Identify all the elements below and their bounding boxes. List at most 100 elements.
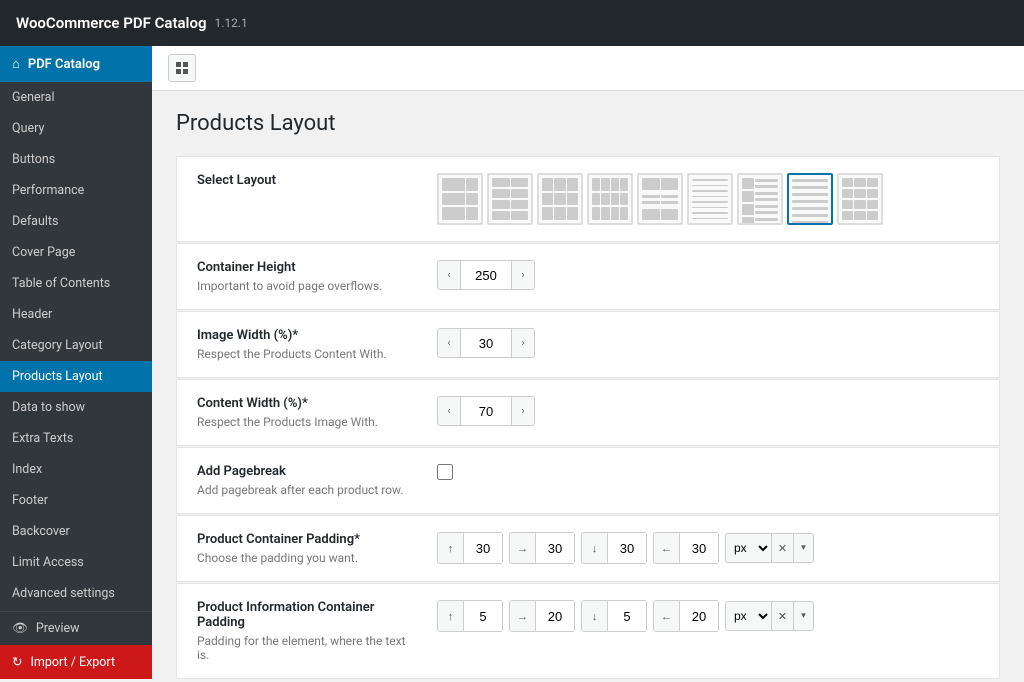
sidebar-item-general[interactable]: General	[0, 82, 152, 113]
container-height-label: Container Height	[197, 260, 417, 275]
layout-options	[437, 173, 883, 225]
sidebar-item-header[interactable]: Header	[0, 299, 152, 330]
info-padding-top-input[interactable]	[464, 601, 502, 631]
sidebar: ⌂ PDF Catalog General Query Buttons Perf…	[0, 46, 152, 679]
layout-thumb-2[interactable]	[487, 173, 533, 225]
padding-unit-dropdown[interactable]: ▾	[793, 533, 813, 563]
container-height-input[interactable]	[461, 260, 511, 290]
product-info-padding-desc: Padding for the element, where the text …	[197, 634, 417, 662]
select-layout-label-wrap: Select Layout	[197, 173, 417, 192]
product-container-padding-row: Product Container Padding* Choose the pa…	[176, 515, 1000, 582]
layout-thumb-4[interactable]	[587, 173, 633, 225]
image-width-increment[interactable]: ›	[511, 328, 535, 358]
padding-left-input[interactable]	[680, 533, 718, 563]
import-export-label: Import / Export	[30, 655, 115, 670]
product-container-padding-control: ↑ → ↓ ←	[437, 532, 979, 564]
product-container-padding-label: Product Container Padding*	[197, 532, 417, 547]
padding-bottom-wrap: ↓	[581, 532, 647, 564]
content-width-input[interactable]	[461, 396, 511, 426]
padding-top-wrap: ↑	[437, 532, 503, 564]
sidebar-item-data-to-show[interactable]: Data to show	[0, 392, 152, 423]
page-title: Products Layout	[176, 111, 1000, 136]
layout-thumb-3[interactable]	[537, 173, 583, 225]
sidebar-preview-btn[interactable]: 👁 Preview	[0, 612, 152, 645]
layout-thumb-8[interactable]	[787, 173, 833, 225]
sidebar-item-toc[interactable]: Table of Contents	[0, 268, 152, 299]
add-pagebreak-desc: Add pagebreak after each product row.	[197, 483, 417, 497]
info-padding-bottom-wrap: ↓	[581, 600, 647, 632]
layout-thumb-7[interactable]	[737, 173, 783, 225]
info-padding-bottom-input[interactable]	[608, 601, 646, 631]
sidebar-item-performance[interactable]: Performance	[0, 175, 152, 206]
grid-icon[interactable]	[168, 54, 196, 82]
select-layout-row: Select Layout	[176, 156, 1000, 242]
app-version: 1.12.1	[214, 16, 247, 30]
padding-top-input[interactable]	[464, 533, 502, 563]
add-pagebreak-row: Add Pagebreak Add pagebreak after each p…	[176, 447, 1000, 514]
content-width-increment[interactable]: ›	[511, 396, 535, 426]
sidebar-item-defaults[interactable]: Defaults	[0, 206, 152, 237]
image-width-decrement[interactable]: ‹	[437, 328, 461, 358]
add-pagebreak-label: Add Pagebreak	[197, 464, 417, 479]
content-width-label-wrap: Content Width (%)* Respect the Products …	[197, 396, 417, 429]
image-width-control: ‹ ›	[437, 328, 979, 358]
add-pagebreak-checkbox[interactable]	[437, 464, 453, 480]
padding-bottom-input[interactable]	[608, 533, 646, 563]
container-height-input-group: ‹ ›	[437, 260, 535, 290]
select-layout-label: Select Layout	[197, 173, 417, 188]
sidebar-item-footer[interactable]: Footer	[0, 485, 152, 516]
image-width-input[interactable]	[461, 328, 511, 358]
sidebar-item-query[interactable]: Query	[0, 113, 152, 144]
image-width-label-wrap: Image Width (%)* Respect the Products Co…	[197, 328, 417, 361]
sidebar-item-advanced-settings[interactable]: Advanced settings	[0, 578, 152, 609]
sidebar-item-extra-texts[interactable]: Extra Texts	[0, 423, 152, 454]
add-pagebreak-control	[437, 464, 979, 480]
padding-left-wrap: ←	[653, 532, 719, 564]
padding-right-input[interactable]	[536, 533, 574, 563]
info-padding-left-icon: ←	[654, 601, 680, 631]
content-width-decrement[interactable]: ‹	[437, 396, 461, 426]
product-container-padding-group: ↑ → ↓ ←	[437, 532, 814, 564]
sidebar-import-export-btn[interactable]: ↻ Import / Export	[0, 645, 152, 679]
info-padding-unit-dropdown[interactable]: ▾	[793, 601, 813, 631]
product-info-padding-control: ↑ → ↓ ←	[437, 600, 979, 632]
refresh-icon: ↻	[12, 654, 22, 670]
content-width-label: Content Width (%)*	[197, 396, 417, 411]
info-padding-right-wrap: →	[509, 600, 575, 632]
image-width-label: Image Width (%)*	[197, 328, 417, 343]
padding-right-wrap: →	[509, 532, 575, 564]
padding-right-icon: →	[510, 533, 536, 563]
sidebar-item-buttons[interactable]: Buttons	[0, 144, 152, 175]
info-padding-right-icon: →	[510, 601, 536, 631]
sidebar-item-index[interactable]: Index	[0, 454, 152, 485]
layout-thumb-1[interactable]	[437, 173, 483, 225]
preview-label: Preview	[36, 621, 80, 636]
layout-thumb-6[interactable]	[687, 173, 733, 225]
sidebar-item-backcover[interactable]: Backcover	[0, 516, 152, 547]
padding-unit-clear[interactable]: ✕	[771, 533, 793, 563]
image-width-input-group: ‹ ›	[437, 328, 535, 358]
content-width-control: ‹ ›	[437, 396, 979, 426]
top-bar: WooCommerce PDF Catalog 1.12.1	[0, 0, 1024, 46]
container-height-decrement[interactable]: ‹	[437, 260, 461, 290]
info-padding-unit-select[interactable]: px em %	[726, 601, 771, 631]
product-info-padding-label: Product Information Container Padding	[197, 600, 417, 630]
product-info-padding-row: Product Information Container Padding Pa…	[176, 583, 1000, 679]
content-width-desc: Respect the Products Image With.	[197, 415, 417, 429]
info-padding-left-input[interactable]	[680, 601, 718, 631]
sidebar-header[interactable]: ⌂ PDF Catalog	[0, 46, 152, 82]
sidebar-item-products-layout[interactable]: Products Layout	[0, 361, 152, 392]
info-padding-top-icon: ↑	[438, 601, 464, 631]
padding-left-icon: ←	[654, 533, 680, 563]
info-padding-unit-clear[interactable]: ✕	[771, 601, 793, 631]
layout-thumb-9[interactable]	[837, 173, 883, 225]
sidebar-item-limit-access[interactable]: Limit Access	[0, 547, 152, 578]
content-area: Products Layout Select Layout	[152, 91, 1024, 679]
padding-unit-select[interactable]: px em %	[726, 533, 771, 563]
container-height-increment[interactable]: ›	[511, 260, 535, 290]
layout-thumb-5[interactable]	[637, 173, 683, 225]
container-height-desc: Important to avoid page overflows.	[197, 279, 417, 293]
sidebar-item-category-layout[interactable]: Category Layout	[0, 330, 152, 361]
info-padding-right-input[interactable]	[536, 601, 574, 631]
sidebar-item-cover-page[interactable]: Cover Page	[0, 237, 152, 268]
